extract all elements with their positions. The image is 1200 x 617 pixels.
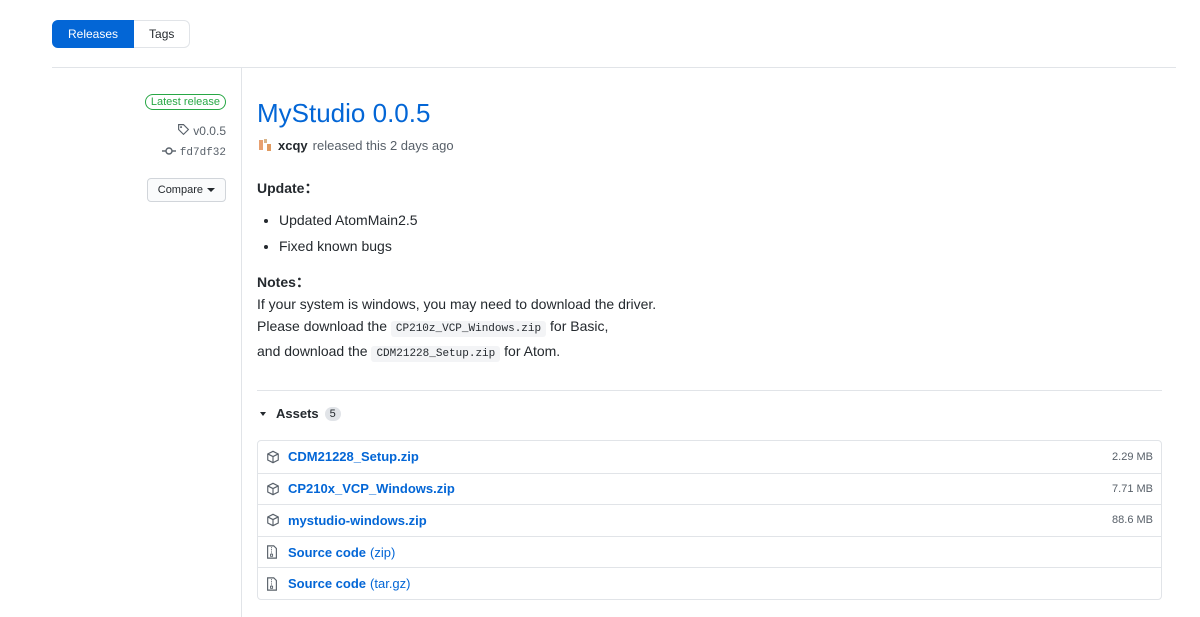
list-item: Updated AtomMain2.5	[279, 207, 1162, 233]
asset-name[interactable]: Source code	[288, 545, 366, 560]
release-main: MyStudio 0.0.5 xcqy released this 2 days…	[257, 96, 1162, 365]
asset-row[interactable]: mystudio-windows.zip 88.6 MB	[258, 504, 1161, 536]
notes-text: Please download the	[257, 318, 387, 334]
list-item: Fixed known bugs	[279, 233, 1162, 259]
release-tabs: Releases Tags	[52, 20, 191, 48]
timeline-divider	[241, 68, 242, 617]
asset-row[interactable]: Source code (zip)	[258, 535, 1161, 568]
assets-list: CDM21228_Setup.zip 2.29 MB CP210x_VCP_Wi…	[257, 440, 1162, 600]
assets-divider	[257, 390, 1162, 391]
asset-format[interactable]: (tar.gz)	[370, 576, 410, 591]
commit-link[interactable]: fd7df32	[52, 146, 226, 160]
asset-row[interactable]: CDM21228_Setup.zip 2.29 MB	[258, 441, 1161, 473]
asset-format[interactable]: (zip)	[370, 545, 395, 560]
tag-link[interactable]: v0.0.5	[52, 123, 226, 139]
release-title[interactable]: MyStudio 0.0.5	[257, 96, 1162, 130]
asset-size: 7.71 MB	[1112, 482, 1153, 495]
asset-name[interactable]: CDM21228_Setup.zip	[288, 449, 419, 464]
commit-icon	[161, 146, 176, 160]
author-link[interactable]: xcqy	[278, 138, 308, 153]
top-divider	[52, 67, 1176, 68]
asset-size: 2.29 MB	[1112, 450, 1153, 463]
package-icon	[266, 482, 280, 496]
notes-text: for Atom.	[504, 343, 561, 359]
update-heading: Update：	[257, 180, 319, 196]
tab-releases[interactable]: Releases	[52, 20, 135, 48]
package-icon	[266, 513, 280, 527]
asset-row[interactable]: CP210x_VCP_Windows.zip 7.71 MB	[258, 472, 1161, 505]
notes-text: for Basic,	[550, 318, 609, 334]
chevron-down-icon	[207, 188, 215, 192]
tag-icon	[177, 123, 190, 139]
asset-name[interactable]: CP210x_VCP_Windows.zip	[288, 481, 455, 496]
triangle-down-icon	[260, 411, 266, 416]
notes-text: and download the	[257, 343, 368, 359]
tab-tags[interactable]: Tags	[134, 20, 191, 48]
inline-code: CDM21228_Setup.zip	[371, 346, 501, 362]
assets-count: 5	[324, 406, 341, 421]
file-zip-icon	[266, 576, 280, 591]
compare-button[interactable]: Compare	[146, 178, 226, 202]
file-zip-icon	[266, 545, 280, 559]
release-meta: xcqy released this 2 days ago	[257, 137, 1162, 153]
asset-row[interactable]: Source code (tar.gz)	[258, 567, 1161, 599]
asset-name[interactable]: mystudio-windows.zip	[288, 513, 427, 528]
avatar[interactable]	[257, 137, 273, 153]
assets-toggle[interactable]: Assets 5	[260, 406, 341, 421]
latest-release-badge: Latest release	[144, 94, 226, 110]
release-notes: Update： Updated AtomMain2.5 Fixed known …	[257, 177, 1162, 365]
notes-line-1: If your system is windows, you may need …	[257, 296, 657, 312]
asset-name[interactable]: Source code	[288, 576, 366, 591]
release-sidebar: Latest release v0.0.5 fd7df32 Compare	[52, 92, 226, 202]
release-time: released this 2 days ago	[312, 137, 454, 153]
notes-line-3: and download the CDM21228_Setup.zip for …	[257, 340, 1162, 365]
tag-name: v0.0.5	[193, 124, 226, 138]
commit-sha: fd7df32	[179, 147, 226, 159]
compare-label: Compare	[157, 184, 203, 196]
notes-line-2: Please download the CP210z_VCP_Windows.z…	[257, 315, 1162, 340]
asset-size: 88.6 MB	[1112, 514, 1153, 527]
package-icon	[266, 450, 280, 464]
notes-heading: Notes：	[257, 274, 310, 290]
inline-code: CP210z_VCP_Windows.zip	[390, 321, 547, 337]
update-list: Updated AtomMain2.5 Fixed known bugs	[257, 207, 1162, 259]
assets-label: Assets	[276, 406, 319, 421]
